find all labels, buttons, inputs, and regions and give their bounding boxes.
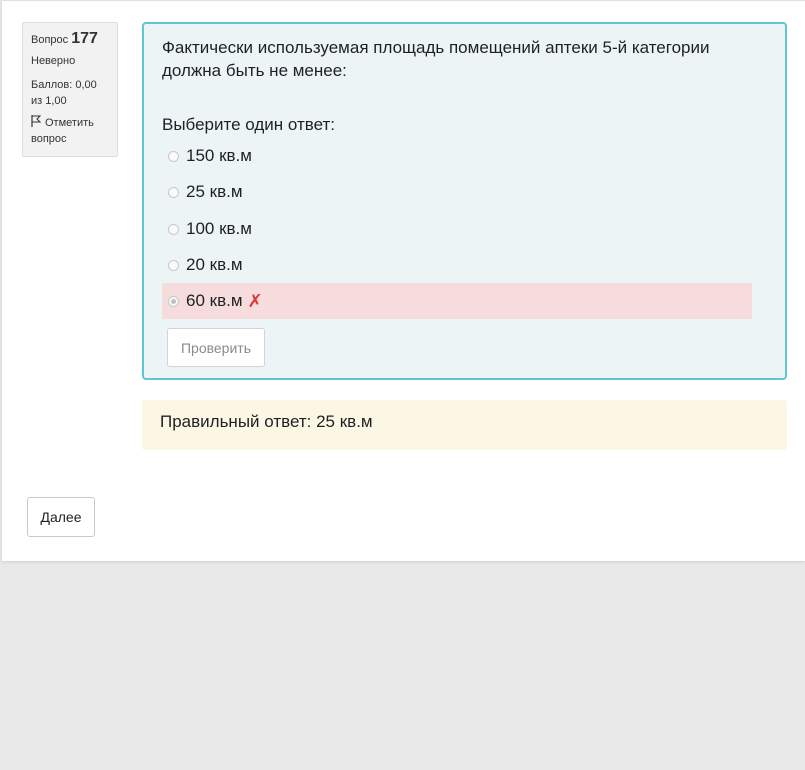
question-number: 177 <box>71 30 98 47</box>
answer-label: 100 кв.м <box>186 219 252 238</box>
question-text: Фактически используемая площадь помещени… <box>162 38 710 80</box>
right-answer-feedback: Правильный ответ: 25 кв.м <box>142 400 787 450</box>
answer-option[interactable]: 100 кв.м <box>162 211 752 247</box>
answer-prompt: Выберите один ответ: <box>162 115 335 134</box>
radio-button-checked[interactable] <box>168 295 179 307</box>
check-button[interactable]: Проверить <box>167 328 265 367</box>
answer-label: 150 кв.м <box>186 146 252 165</box>
question-formulation: Фактически используемая площадь помещени… <box>142 22 787 380</box>
cross-icon: ✗ <box>247 291 263 311</box>
radio-button[interactable] <box>168 150 179 162</box>
question-state: Неверно <box>31 55 76 67</box>
answer-label: 20 кв.м <box>186 255 243 274</box>
answer-option[interactable]: 150 кв.м <box>162 138 752 174</box>
answer-option-selected-incorrect[interactable]: 60 кв.м ✗ <box>162 283 752 319</box>
flag-question-button[interactable]: Отметить вопрос <box>31 115 111 147</box>
answer-option[interactable]: 25 кв.м <box>162 174 752 210</box>
question-number-prefix: Вопрос <box>31 34 69 46</box>
question-grade: Баллов: 0,00 из 1,00 <box>31 79 97 107</box>
question-info-panel: Вопрос 177 Неверно Баллов: 0,00 из 1,00 … <box>22 22 118 157</box>
radio-button[interactable] <box>168 223 179 235</box>
answer-label: 60 кв.м <box>186 291 243 310</box>
answer-label: 25 кв.м <box>186 182 243 201</box>
flag-icon <box>31 115 41 127</box>
page-container: Вопрос 177 Неверно Баллов: 0,00 из 1,00 … <box>2 0 805 561</box>
next-button[interactable]: Далее <box>27 497 95 537</box>
answer-option[interactable]: 20 кв.м <box>162 247 752 283</box>
radio-button[interactable] <box>168 186 179 198</box>
radio-button[interactable] <box>168 259 179 271</box>
question-number-row: Вопрос 177 <box>31 29 111 50</box>
